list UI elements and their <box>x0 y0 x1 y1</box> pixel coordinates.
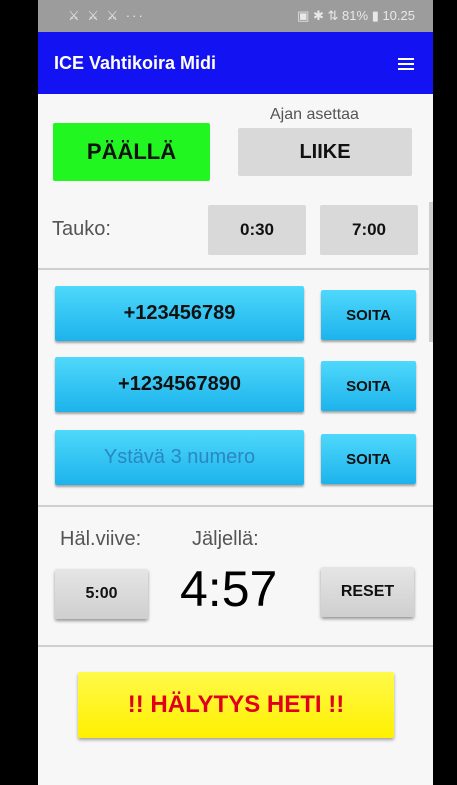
hamburger-menu-icon[interactable] <box>398 58 414 70</box>
reset-button[interactable]: RESET <box>321 567 414 617</box>
notification-icons: ⚔ ⚔ ⚔ ··· <box>68 8 145 23</box>
timer-source-button[interactable]: LIIKE <box>238 128 412 176</box>
alarm-delay-button[interactable]: 5:00 <box>55 569 148 619</box>
phone-screen: ⚔ ⚔ ⚔ ··· ▣ ✱ ⇅ 81% ▮ 10.25 ICE Vahtikoi… <box>38 0 433 785</box>
countdown-timer: 4:57 <box>180 561 278 617</box>
remaining-label: Jäljellä: <box>192 528 259 550</box>
contact-2-number-field[interactable]: +1234567890 <box>55 357 304 412</box>
divider <box>38 645 433 647</box>
contact-3-number-field[interactable]: Ystävä 3 numero <box>55 430 304 485</box>
call-contact-2-button[interactable]: SOITA <box>321 361 416 411</box>
contact-1-number-field[interactable]: +123456789 <box>55 286 304 341</box>
app-bar: ICE Vahtikoira Midi <box>38 32 433 94</box>
on-off-toggle-button[interactable]: PÄÄLLÄ <box>53 123 210 181</box>
status-bar: ⚔ ⚔ ⚔ ··· ▣ ✱ ⇅ 81% ▮ 10.25 <box>38 0 433 32</box>
divider <box>38 268 433 270</box>
alarm-delay-label: Häl.viive: <box>60 528 142 550</box>
status-indicators: ▣ ✱ ⇅ 81% ▮ 10.25 <box>297 8 415 23</box>
pause-long-button[interactable]: 7:00 <box>320 205 418 255</box>
scrollbar[interactable] <box>429 202 433 342</box>
alarm-now-button[interactable]: !! HÄLYTYS HETI !! <box>78 672 394 738</box>
divider <box>38 505 433 507</box>
pause-label: Tauko: <box>52 218 111 240</box>
timer-source-caption: Ajan asettaa <box>270 106 359 123</box>
call-contact-1-button[interactable]: SOITA <box>321 290 416 340</box>
app-title: ICE Vahtikoira Midi <box>54 53 217 73</box>
pause-short-button[interactable]: 0:30 <box>208 205 306 255</box>
call-contact-3-button[interactable]: SOITA <box>321 434 416 484</box>
